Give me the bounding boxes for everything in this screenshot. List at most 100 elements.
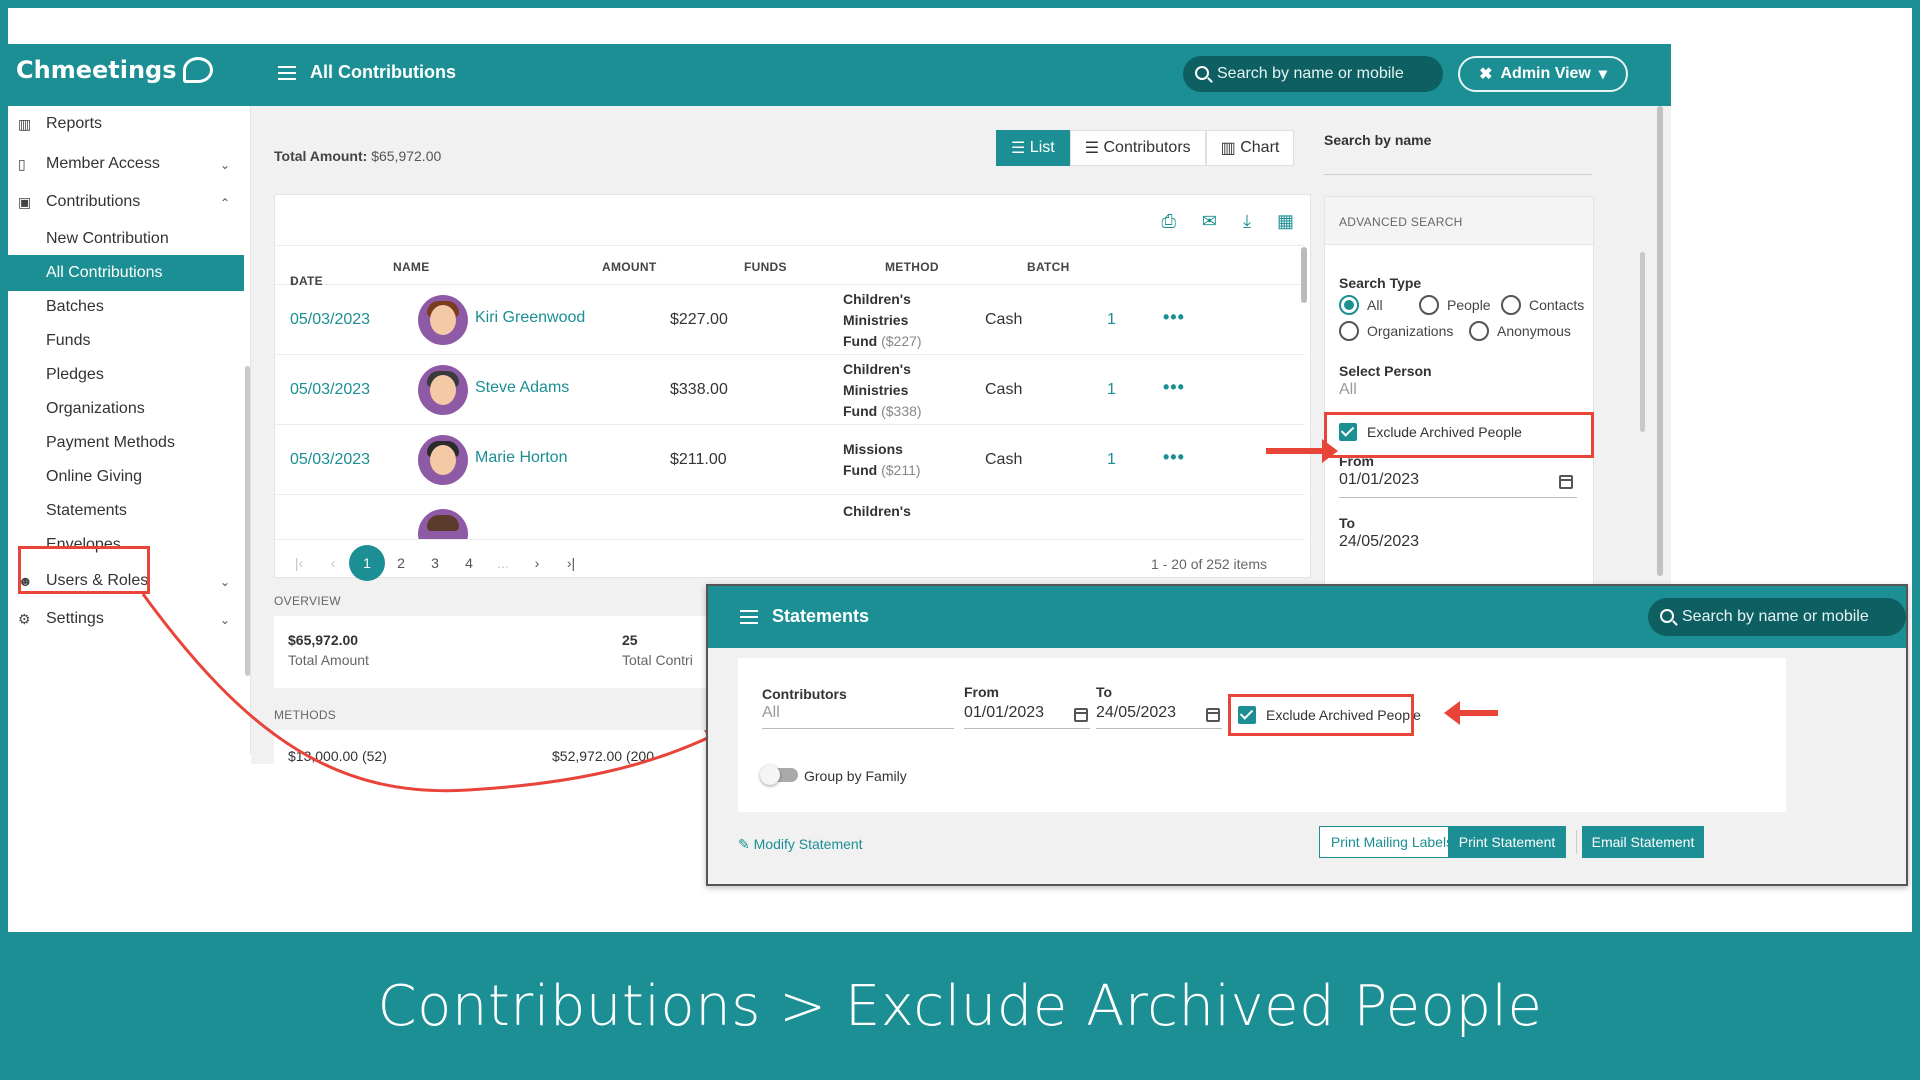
row-more-icon[interactable]: ••• [1163,447,1185,468]
contributors-input[interactable]: All [762,704,780,722]
print-statement-button[interactable]: Print Statement [1448,826,1566,858]
first-page-icon[interactable]: |‹ [281,545,317,581]
row-more-icon[interactable]: ••• [1163,307,1185,328]
column-method[interactable]: METHOD [885,260,939,274]
radio-people[interactable]: People [1419,295,1491,315]
row-name[interactable]: Steve Adams [475,379,569,397]
page-1[interactable]: 1 [349,545,385,581]
columns-icon[interactable]: ▦ [1277,211,1294,232]
row-date[interactable]: 05/03/2023 [290,381,370,399]
row-batch[interactable]: 1 [1107,311,1116,329]
prev-page-icon[interactable]: ‹ [315,545,351,581]
radio-label: All [1367,297,1383,313]
right-panel-scrollbar[interactable] [1657,106,1663,576]
sidebar-scrollbar[interactable] [245,366,250,676]
radio-label: Organizations [1367,323,1454,339]
advanced-search-scrollbar[interactable] [1640,252,1645,432]
sidebar-item-pledges[interactable]: Pledges [8,357,244,393]
page-3[interactable]: 3 [417,545,453,581]
sidebar-item-contributions[interactable]: ▣ Contributions ⌃ [8,184,244,220]
avatar [418,365,468,415]
row-batch[interactable]: 1 [1107,451,1116,469]
page-ellipsis[interactable]: ... [485,545,521,581]
sidebar-item-label: Payment Methods [46,434,175,451]
red-arrow-right-icon [1266,439,1338,463]
column-amount[interactable]: AMOUNT [602,260,656,274]
view-list-button[interactable]: ☰ List [996,130,1070,166]
email-statement-button[interactable]: Email Statement [1582,826,1704,858]
bar-chart-icon: ▥ [1220,140,1241,157]
view-chart-button[interactable]: ▥ Chart [1205,130,1295,166]
radio-contacts[interactable]: Contacts [1501,295,1584,315]
calendar-icon[interactable] [1559,475,1573,489]
logo[interactable]: Chmeetings [16,56,213,84]
from-date-input[interactable]: 01/01/2023 [964,704,1044,722]
row-batch[interactable]: 1 [1107,381,1116,399]
sidebar-item-reports[interactable]: ▥ Reports [8,106,244,142]
sidebar-item-organizations[interactable]: Organizations [8,391,244,427]
sidebar-item-settings[interactable]: ⚙ Settings ⌄ [8,601,244,637]
last-page-icon[interactable]: ›| [553,545,589,581]
total-amount-value: $65,972.00 [371,148,442,164]
page-4[interactable]: 4 [451,545,487,581]
row-more-icon[interactable]: ••• [1163,377,1185,398]
sidebar-item-member-access[interactable]: ▯ Member Access ⌄ [8,146,244,182]
download-icon[interactable]: ⤓ [1243,211,1251,232]
row-date[interactable]: 05/03/2023 [290,451,370,469]
table-row[interactable]: 05/03/2023 Marie Horton $211.00 Missions… [275,425,1305,495]
table-scrollbar[interactable] [1301,247,1307,303]
statements-search-input[interactable]: Search by name or mobile [1648,598,1906,636]
radio-label: Anonymous [1497,323,1571,339]
sidebar-item-payment-methods[interactable]: Payment Methods [8,425,244,461]
table-row[interactable]: 05/03/2023 Steve Adams $338.00 Children'… [275,355,1305,425]
calendar-icon[interactable] [1206,708,1220,722]
page-2[interactable]: 2 [383,545,419,581]
radio-label: People [1447,297,1491,313]
avatar [418,509,468,539]
radio-all[interactable]: All [1339,295,1383,315]
sidebar-item-batches[interactable]: Batches [8,289,244,325]
column-funds[interactable]: FUNDS [744,260,787,274]
menu-icon[interactable] [278,66,296,80]
column-batch[interactable]: BATCH [1027,260,1070,274]
from-date-input[interactable]: 01/01/2023 [1339,471,1419,489]
sidebar-item-funds[interactable]: Funds [8,323,244,359]
radio-anonymous[interactable]: Anonymous [1469,321,1571,341]
search-by-name-input[interactable] [1324,174,1592,175]
select-person-input[interactable]: All [1339,381,1357,399]
next-page-icon[interactable]: › [519,545,555,581]
sidebar-item-label: Organizations [46,400,145,417]
table-row[interactable]: 05/03/2023 Kiri Greenwood $227.00 Childr… [275,285,1305,355]
global-search-input[interactable]: Search by name or mobile [1183,56,1443,92]
fund-line: Ministries [843,312,909,328]
print-mailing-labels-button[interactable]: Print Mailing Labels [1319,826,1465,858]
method-value: $13,000.00 (52) [288,748,387,764]
row-amount: $338.00 [670,381,728,398]
print-icon[interactable]: ⎙ [1162,211,1176,232]
modify-statement-link[interactable]: ✎ Modify Statement [738,836,863,853]
menu-icon[interactable] [740,610,758,624]
sidebar-item-statements[interactable]: Statements [8,493,244,529]
view-contributors-button[interactable]: ☰ Contributors [1069,130,1206,166]
calendar-icon[interactable] [1074,708,1088,722]
radio-organizations[interactable]: Organizations [1339,321,1454,341]
sidebar-item-all-contributions[interactable]: All Contributions [8,255,244,291]
to-date-input[interactable]: 24/05/2023 [1096,704,1176,722]
sidebar-item-new-contribution[interactable]: New Contribution [8,221,244,257]
row-name[interactable]: Kiri Greenwood [475,309,585,327]
sidebar-item-label: Online Giving [46,468,143,485]
column-name[interactable]: NAME [393,260,430,274]
email-icon[interactable]: ✉ [1202,211,1217,232]
admin-view-button[interactable]: ✖ Admin View ▾ [1458,56,1628,92]
row-date[interactable]: 05/03/2023 [290,311,370,329]
sidebar-item-online-giving[interactable]: Online Giving [8,459,244,495]
table-row[interactable]: Children's [275,495,1305,539]
row-name[interactable]: Marie Horton [475,449,567,467]
group-by-family-toggle[interactable] [760,765,798,785]
to-underline [1096,728,1222,729]
advanced-search-header[interactable]: ADVANCED SEARCH [1325,197,1593,245]
methods-label: METHODS [274,708,337,722]
chevron-down-icon: ⌄ [219,613,230,627]
chevron-down-icon: ⌄ [219,158,230,172]
to-date-input[interactable]: 24/05/2023 [1339,533,1419,551]
